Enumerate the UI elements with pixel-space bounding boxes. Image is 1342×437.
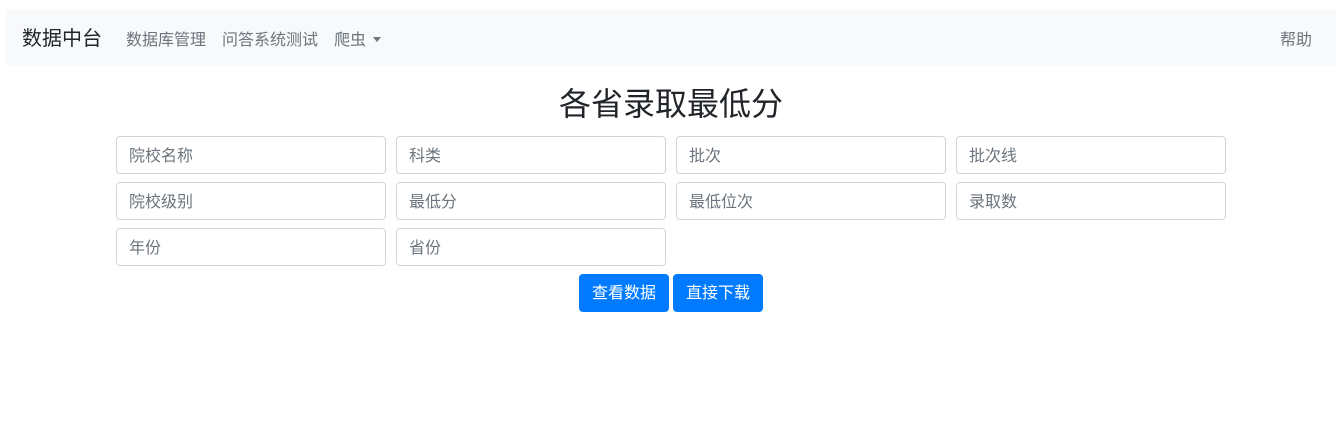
batch-input[interactable] [676,136,946,174]
subject-category-input[interactable] [396,136,666,174]
brand-link[interactable]: 数据中台 [22,25,102,51]
nav-item-crawler-label: 爬虫 [334,30,367,49]
direct-download-button[interactable]: 直接下载 [673,274,763,312]
nav-item-crawler-dropdown[interactable]: 爬虫 [334,29,382,51]
school-level-input[interactable] [116,182,386,220]
view-data-button[interactable]: 查看数据 [579,274,669,312]
admission-count-input[interactable] [956,182,1226,220]
nav-item-help[interactable]: 帮助 [1280,29,1312,51]
nav-item-database-management[interactable]: 数据库管理 [126,29,206,51]
navbar: 数据中台 数据库管理 问答系统测试 爬虫 帮助 [6,10,1336,66]
nav-item-qa-system-test[interactable]: 问答系统测试 [222,29,318,51]
page-title: 各省录取最低分 [558,85,783,123]
year-input[interactable] [116,228,386,266]
batch-line-input[interactable] [956,136,1226,174]
min-rank-input[interactable] [676,182,946,220]
min-score-input[interactable] [396,182,666,220]
caret-down-icon [373,37,382,42]
province-input[interactable] [396,228,666,266]
school-name-input[interactable] [116,136,386,174]
